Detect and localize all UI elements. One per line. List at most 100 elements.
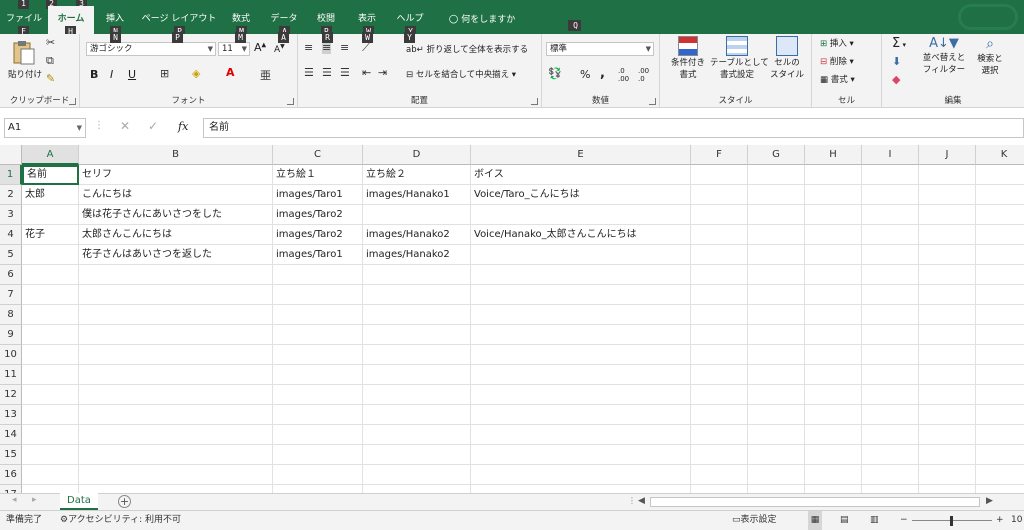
cell-a12[interactable]	[22, 385, 79, 405]
cell-k16[interactable]	[976, 465, 1024, 485]
cell-b12[interactable]	[79, 385, 273, 405]
cell-i7[interactable]	[862, 285, 919, 305]
cell-k10[interactable]	[976, 345, 1024, 365]
cell-i1[interactable]	[862, 165, 919, 185]
cell-c13[interactable]	[273, 405, 363, 425]
row-header-4[interactable]: 4	[0, 225, 22, 245]
cell-h14[interactable]	[805, 425, 862, 445]
sheet-tab-data[interactable]: Data	[60, 493, 98, 510]
tell-me-box[interactable]: ○ 何をしますか	[440, 6, 524, 34]
cell-b14[interactable]	[79, 425, 273, 445]
cell-j15[interactable]	[919, 445, 976, 465]
italic-button[interactable]: I	[110, 68, 113, 81]
cell-a13[interactable]	[22, 405, 79, 425]
fill-color-icon[interactable]: ◈	[192, 67, 200, 80]
cell-d9[interactable]	[363, 325, 471, 345]
cell-k15[interactable]	[976, 445, 1024, 465]
row-header-5[interactable]: 5	[0, 245, 22, 265]
align-top-icon[interactable]: ≡	[304, 41, 313, 54]
cell-j14[interactable]	[919, 425, 976, 445]
cell-a1[interactable]: 名前	[22, 165, 79, 185]
cell-i6[interactable]	[862, 265, 919, 285]
cell-g10[interactable]	[748, 345, 805, 365]
cell-f15[interactable]	[691, 445, 748, 465]
cell-e7[interactable]	[471, 285, 691, 305]
number-launcher-icon[interactable]	[649, 98, 656, 105]
cell-b8[interactable]	[79, 305, 273, 325]
orientation-icon[interactable]: ⟋	[362, 41, 370, 55]
page-break-view-icon[interactable]: ▥	[870, 511, 879, 530]
cell-f2[interactable]	[691, 185, 748, 205]
column-header-j[interactable]: J	[919, 145, 976, 165]
align-right-icon[interactable]: ☰	[340, 66, 350, 79]
cell-g6[interactable]	[748, 265, 805, 285]
scroll-left-icon[interactable]: ◀	[638, 496, 645, 506]
cell-d13[interactable]	[363, 405, 471, 425]
cell-g11[interactable]	[748, 365, 805, 385]
cell-k13[interactable]	[976, 405, 1024, 425]
cell-a15[interactable]	[22, 445, 79, 465]
percent-button[interactable]: %	[580, 68, 590, 81]
cell-c17[interactable]	[273, 485, 363, 493]
sort-filter-button[interactable]: A↓▼ 並べ替えと フィルター	[920, 36, 968, 75]
cell-e14[interactable]	[471, 425, 691, 445]
cell-d2[interactable]: images/Hanako1	[363, 185, 471, 205]
decrease-decimal-icon[interactable]: .00.0	[638, 67, 649, 83]
cell-f14[interactable]	[691, 425, 748, 445]
cell-c4[interactable]: images/Taro2	[273, 225, 363, 245]
cell-d15[interactable]	[363, 445, 471, 465]
row-header-16[interactable]: 16	[0, 465, 22, 485]
cell-e5[interactable]	[471, 245, 691, 265]
cell-f7[interactable]	[691, 285, 748, 305]
cell-i9[interactable]	[862, 325, 919, 345]
cell-b1[interactable]: セリフ	[79, 165, 273, 185]
cell-f3[interactable]	[691, 205, 748, 225]
cell-i13[interactable]	[862, 405, 919, 425]
cell-i8[interactable]	[862, 305, 919, 325]
cell-h10[interactable]	[805, 345, 862, 365]
cell-j13[interactable]	[919, 405, 976, 425]
zoom-level[interactable]: 10	[1011, 511, 1022, 530]
column-header-i[interactable]: I	[862, 145, 919, 165]
column-header-c[interactable]: C	[273, 145, 363, 165]
cell-h12[interactable]	[805, 385, 862, 405]
align-center-icon[interactable]: ☰	[322, 66, 332, 79]
cell-b13[interactable]	[79, 405, 273, 425]
row-header-1[interactable]: 1	[0, 165, 22, 185]
cell-j3[interactable]	[919, 205, 976, 225]
cell-k2[interactable]	[976, 185, 1024, 205]
cell-a16[interactable]	[22, 465, 79, 485]
cell-a9[interactable]	[22, 325, 79, 345]
phonetic-icon[interactable]: 亜	[260, 67, 271, 83]
cell-h3[interactable]	[805, 205, 862, 225]
row-header-11[interactable]: 11	[0, 365, 22, 385]
decrease-indent-icon[interactable]: ⇤	[362, 66, 371, 79]
cell-a14[interactable]	[22, 425, 79, 445]
cell-i16[interactable]	[862, 465, 919, 485]
row-header-2[interactable]: 2	[0, 185, 22, 205]
zoom-in-icon[interactable]: +	[996, 511, 1004, 530]
cell-h11[interactable]	[805, 365, 862, 385]
cell-c9[interactable]	[273, 325, 363, 345]
cell-f5[interactable]	[691, 245, 748, 265]
cell-b5[interactable]: 花子さんはあいさつを返した	[79, 245, 273, 265]
display-settings-button[interactable]: ▭表示設定	[732, 511, 777, 530]
cell-e9[interactable]	[471, 325, 691, 345]
increase-indent-icon[interactable]: ⇥	[378, 66, 387, 79]
add-sheet-button[interactable]: +	[118, 495, 131, 508]
cell-styles-button[interactable]: セルの スタイル	[766, 36, 808, 80]
row-header-12[interactable]: 12	[0, 385, 22, 405]
cell-d8[interactable]	[363, 305, 471, 325]
cell-j5[interactable]	[919, 245, 976, 265]
cell-e3[interactable]	[471, 205, 691, 225]
name-box[interactable]: A1 ▼	[4, 118, 86, 138]
cell-h2[interactable]	[805, 185, 862, 205]
cell-c11[interactable]	[273, 365, 363, 385]
comma-button[interactable]: ,	[600, 66, 605, 81]
cell-i4[interactable]	[862, 225, 919, 245]
cell-f6[interactable]	[691, 265, 748, 285]
clipboard-launcher-icon[interactable]	[69, 98, 76, 105]
cell-a17[interactable]	[22, 485, 79, 493]
cell-b9[interactable]	[79, 325, 273, 345]
font-name-select[interactable]: 游ゴシック ▼	[86, 42, 216, 56]
